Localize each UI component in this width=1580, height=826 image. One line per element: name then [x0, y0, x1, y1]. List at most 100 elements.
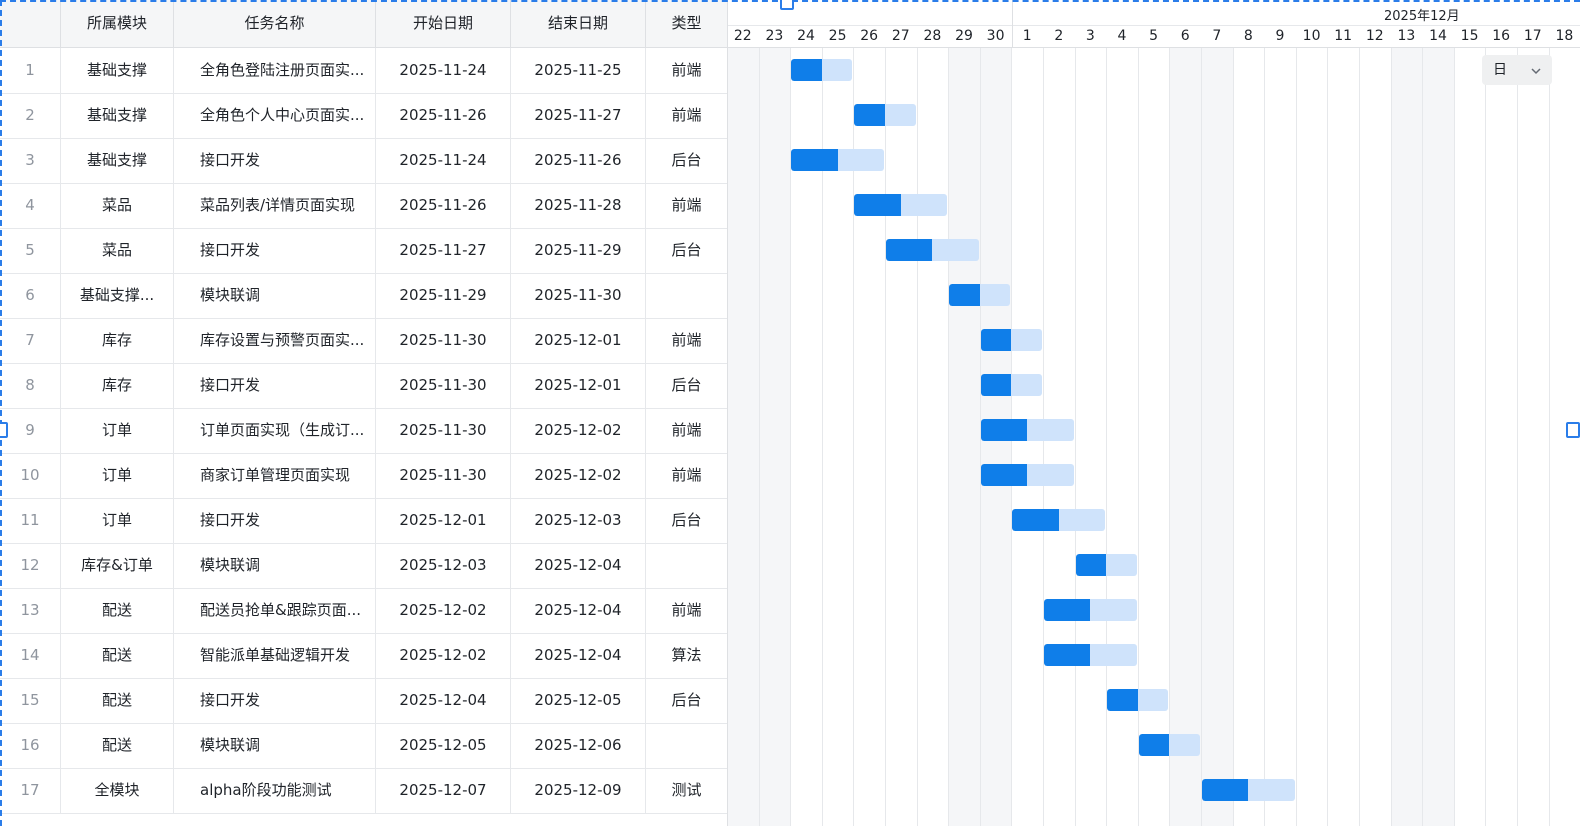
row-end-date[interactable]: 2025-11-25 — [511, 48, 646, 93]
row-module[interactable]: 库存 — [61, 363, 174, 408]
table-row[interactable]: 13 配送 配送员抢单&跟踪页面... 2025-12-02 2025-12-04 前端 — [0, 588, 727, 634]
row-index[interactable]: 6 — [0, 273, 61, 318]
row-index[interactable]: 5 — [0, 228, 61, 273]
row-type[interactable]: 后台 — [646, 363, 727, 408]
row-task-name[interactable]: 全角色个人中心页面实... — [174, 93, 376, 138]
row-end-date[interactable]: 2025-12-03 — [511, 498, 646, 543]
row-module[interactable]: 菜品 — [61, 183, 174, 228]
row-end-date[interactable]: 2025-11-30 — [511, 273, 646, 318]
table-row[interactable]: 5 菜品 接口开发 2025-11-27 2025-11-29 后台 — [0, 228, 727, 274]
row-task-name[interactable]: 菜品列表/详情页面实现 — [174, 183, 376, 228]
row-index[interactable]: 8 — [0, 363, 61, 408]
row-index[interactable]: 11 — [0, 498, 61, 543]
gantt-bar[interactable] — [1202, 779, 1295, 801]
gantt-bar[interactable] — [980, 464, 1074, 486]
gantt-bar[interactable] — [1075, 554, 1137, 576]
row-index[interactable]: 9 — [0, 408, 61, 453]
row-start-date[interactable]: 2025-12-05 — [376, 723, 511, 768]
row-start-date[interactable]: 2025-11-26 — [376, 183, 511, 228]
row-module[interactable]: 配送 — [61, 588, 174, 633]
row-type[interactable]: 测试 — [646, 768, 727, 813]
row-start-date[interactable]: 2025-11-30 — [376, 318, 511, 363]
row-module[interactable]: 订单 — [61, 408, 174, 453]
row-index[interactable]: 4 — [0, 183, 61, 228]
row-end-date[interactable]: 2025-11-28 — [511, 183, 646, 228]
row-type[interactable]: 前端 — [646, 93, 727, 138]
row-index[interactable]: 10 — [0, 453, 61, 498]
table-row[interactable]: 6 基础支撑... 模块联调 2025-11-29 2025-11-30 — [0, 273, 727, 319]
row-module[interactable]: 配送 — [61, 633, 174, 678]
gantt-bar[interactable] — [1044, 599, 1137, 621]
row-module[interactable]: 配送 — [61, 678, 174, 723]
row-end-date[interactable]: 2025-11-27 — [511, 93, 646, 138]
table-row[interactable]: 10 订单 商家订单管理页面实现 2025-11-30 2025-12-02 前端 — [0, 453, 727, 499]
row-module[interactable]: 全模块 — [61, 768, 174, 813]
gantt-bar[interactable] — [1044, 644, 1137, 666]
row-end-date[interactable]: 2025-11-26 — [511, 138, 646, 183]
row-start-date[interactable]: 2025-12-03 — [376, 543, 511, 588]
row-task-name[interactable]: 接口开发 — [174, 498, 376, 543]
gantt-bar[interactable] — [791, 149, 884, 171]
row-type[interactable]: 前端 — [646, 183, 727, 228]
row-type[interactable] — [646, 543, 727, 588]
table-row[interactable]: 4 菜品 菜品列表/详情页面实现 2025-11-26 2025-11-28 前端 — [0, 183, 727, 229]
row-module[interactable]: 基础支撑 — [61, 48, 174, 93]
gantt-bar[interactable] — [980, 329, 1042, 351]
row-type[interactable]: 算法 — [646, 633, 727, 678]
row-task-name[interactable]: 全角色登陆注册页面实... — [174, 48, 376, 93]
gantt-bar[interactable] — [854, 194, 948, 216]
table-row[interactable]: 3 基础支撑 接口开发 2025-11-24 2025-11-26 后台 — [0, 138, 727, 184]
row-type[interactable] — [646, 273, 727, 318]
gantt-bar[interactable] — [886, 239, 979, 261]
row-index[interactable]: 16 — [0, 723, 61, 768]
row-index[interactable]: 7 — [0, 318, 61, 363]
gantt-bar[interactable] — [791, 59, 853, 81]
row-start-date[interactable]: 2025-12-01 — [376, 498, 511, 543]
row-start-date[interactable]: 2025-11-30 — [376, 363, 511, 408]
row-type[interactable]: 后台 — [646, 138, 727, 183]
row-start-date[interactable]: 2025-11-27 — [376, 228, 511, 273]
row-module[interactable]: 订单 — [61, 498, 174, 543]
row-index[interactable]: 17 — [0, 768, 61, 813]
row-type[interactable]: 前端 — [646, 588, 727, 633]
row-module[interactable]: 菜品 — [61, 228, 174, 273]
row-start-date[interactable]: 2025-11-24 — [376, 48, 511, 93]
row-module[interactable]: 库存&订单 — [61, 543, 174, 588]
row-task-name[interactable]: 模块联调 — [174, 273, 376, 318]
row-start-date[interactable]: 2025-11-30 — [376, 453, 511, 498]
row-type[interactable]: 前端 — [646, 48, 727, 93]
table-row[interactable]: 12 库存&订单 模块联调 2025-12-03 2025-12-04 — [0, 543, 727, 589]
header-start-date[interactable]: 开始日期 — [376, 0, 511, 47]
row-start-date[interactable]: 2025-11-29 — [376, 273, 511, 318]
row-task-name[interactable]: 智能派单基础逻辑开发 — [174, 633, 376, 678]
row-index[interactable]: 3 — [0, 138, 61, 183]
row-end-date[interactable]: 2025-12-02 — [511, 453, 646, 498]
row-type[interactable] — [646, 723, 727, 768]
row-type[interactable]: 前端 — [646, 408, 727, 453]
row-start-date[interactable]: 2025-12-02 — [376, 633, 511, 678]
row-type[interactable]: 后台 — [646, 678, 727, 723]
row-index[interactable]: 12 — [0, 543, 61, 588]
gantt-bar[interactable] — [1107, 689, 1169, 711]
row-task-name[interactable]: 模块联调 — [174, 543, 376, 588]
row-module[interactable]: 基础支撑... — [61, 273, 174, 318]
time-scale-select[interactable]: 日 — [1482, 55, 1552, 85]
row-start-date[interactable]: 2025-11-24 — [376, 138, 511, 183]
gantt-bar[interactable] — [980, 419, 1074, 441]
header-end-date[interactable]: 结束日期 — [511, 0, 646, 47]
row-task-name[interactable]: 订单页面实现（生成订... — [174, 408, 376, 453]
table-row[interactable]: 17 全模块 alpha阶段功能测试 2025-12-07 2025-12-09 测试 — [0, 768, 727, 814]
row-task-name[interactable]: 接口开发 — [174, 138, 376, 183]
row-task-name[interactable]: 库存设置与预警页面实... — [174, 318, 376, 363]
header-type[interactable]: 类型 — [646, 0, 727, 47]
row-module[interactable]: 订单 — [61, 453, 174, 498]
gantt-bar[interactable] — [1012, 509, 1106, 531]
row-module[interactable]: 基础支撑 — [61, 93, 174, 138]
row-end-date[interactable]: 2025-12-09 — [511, 768, 646, 813]
selection-handle-left[interactable] — [0, 422, 8, 438]
row-task-name[interactable]: 接口开发 — [174, 228, 376, 273]
table-row[interactable]: 14 配送 智能派单基础逻辑开发 2025-12-02 2025-12-04 算法 — [0, 633, 727, 679]
table-row[interactable]: 1 基础支撑 全角色登陆注册页面实... 2025-11-24 2025-11-25 前端 — [0, 48, 727, 94]
table-row[interactable]: 8 库存 接口开发 2025-11-30 2025-12-01 后台 — [0, 363, 727, 409]
row-end-date[interactable]: 2025-11-29 — [511, 228, 646, 273]
